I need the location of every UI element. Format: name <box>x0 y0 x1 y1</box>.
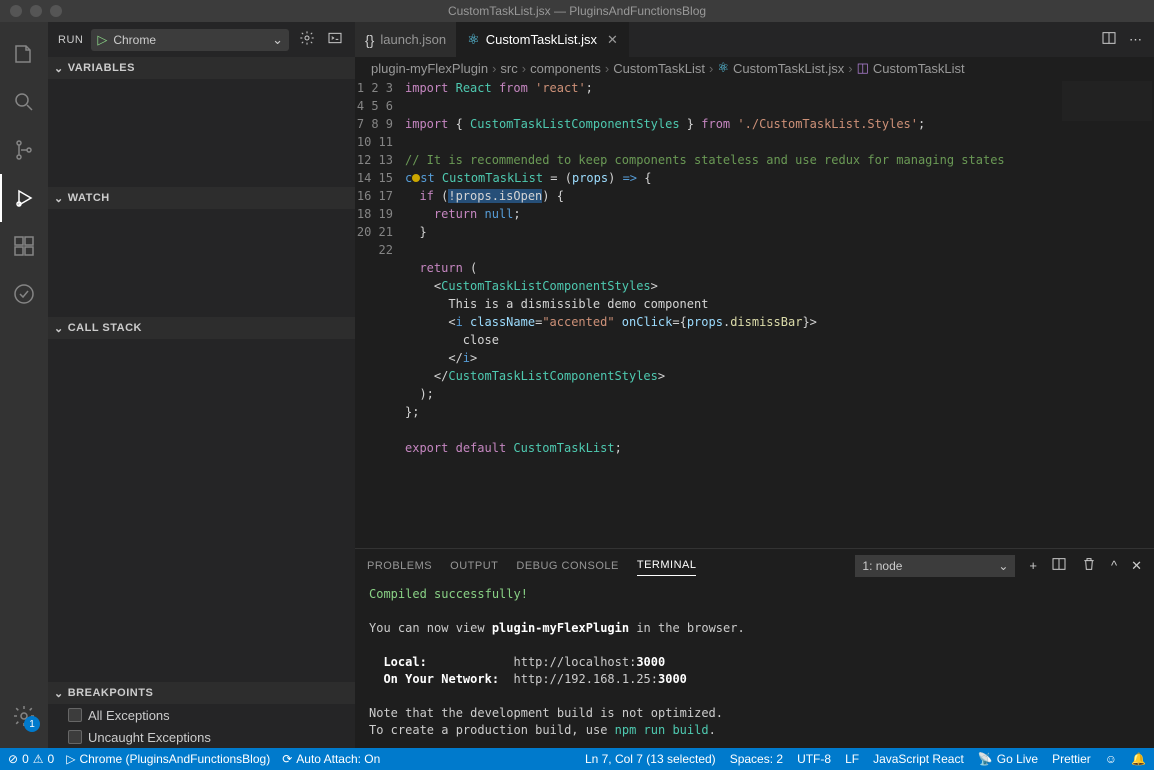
status-auto-attach[interactable]: ⟳ Auto Attach: On <box>282 752 380 766</box>
maximize-panel-icon[interactable]: ^ <box>1111 558 1117 573</box>
window-controls <box>0 5 62 17</box>
panel-tab-problems[interactable]: PROBLEMS <box>367 556 432 576</box>
settings-icon[interactable]: 1 <box>0 692 48 740</box>
panel: PROBLEMS OUTPUT DEBUG CONSOLE TERMINAL 1… <box>355 548 1154 748</box>
status-eol[interactable]: LF <box>845 752 859 766</box>
titlebar: CustomTaskList.jsx — PluginsAndFunctions… <box>0 0 1154 22</box>
panel-tab-debug-console[interactable]: DEBUG CONSOLE <box>516 556 618 576</box>
settings-badge: 1 <box>24 716 40 732</box>
explorer-icon[interactable] <box>0 30 48 78</box>
terminal-output[interactable]: Compiled successfully! You can now view … <box>355 582 1154 748</box>
live-share-icon[interactable] <box>0 270 48 318</box>
status-language[interactable]: JavaScript React <box>873 752 964 766</box>
symbol-icon: ◫ <box>857 60 869 76</box>
breakpoints-header[interactable]: ⌄ BREAKPOINTS <box>48 682 355 704</box>
debug-sidebar: RUN ▷ Chrome ⌄ ⌄ VARIABLES ⌄ WATCH <box>48 22 355 748</box>
tab-launch-json[interactable]: {} launch.json <box>355 22 457 57</box>
status-prettier[interactable]: Prettier <box>1052 752 1091 766</box>
close-window[interactable] <box>10 5 22 17</box>
terminal-select[interactable]: 1: node ⌄ <box>855 555 1015 577</box>
json-icon: {} <box>365 32 374 48</box>
editor-area: {} launch.json ⚛ CustomTaskList.jsx ✕ ⋯ … <box>355 22 1154 748</box>
window-title: CustomTaskList.jsx — PluginsAndFunctions… <box>448 4 706 18</box>
more-icon[interactable]: ⋯ <box>1129 32 1142 48</box>
status-feedback-icon[interactable]: ☺ <box>1105 752 1117 766</box>
watch-section: ⌄ WATCH <box>48 187 355 317</box>
search-icon[interactable] <box>0 78 48 126</box>
react-icon: ⚛ <box>717 60 729 76</box>
checkbox[interactable] <box>68 730 82 744</box>
breakpoint-item[interactable]: Uncaught Exceptions <box>48 726 355 748</box>
minimize-window[interactable] <box>30 5 42 17</box>
status-spaces[interactable]: Spaces: 2 <box>730 752 783 766</box>
run-config-name: Chrome <box>113 33 266 47</box>
breakpoint-item[interactable]: All Exceptions <box>48 704 355 726</box>
close-icon[interactable]: ✕ <box>607 32 618 48</box>
variables-section: ⌄ VARIABLES <box>48 57 355 187</box>
status-bell-icon[interactable]: 🔔 <box>1131 752 1146 766</box>
panel-tabs: PROBLEMS OUTPUT DEBUG CONSOLE TERMINAL 1… <box>355 549 1154 582</box>
chevron-down-icon: ⌄ <box>54 687 64 700</box>
variables-header[interactable]: ⌄ VARIABLES <box>48 57 355 79</box>
minimap[interactable] <box>1062 81 1152 121</box>
run-toolbar: RUN ▷ Chrome ⌄ <box>48 22 355 57</box>
callstack-header[interactable]: ⌄ CALL STACK <box>48 317 355 339</box>
panel-tab-output[interactable]: OUTPUT <box>450 556 498 576</box>
run-label: RUN <box>58 34 83 46</box>
status-encoding[interactable]: UTF-8 <box>797 752 831 766</box>
callstack-section: ⌄ CALL STACK <box>48 317 355 682</box>
chevron-down-icon: ⌄ <box>272 32 283 48</box>
maximize-window[interactable] <box>50 5 62 17</box>
close-panel-icon[interactable]: ✕ <box>1131 558 1142 574</box>
source-control-icon[interactable] <box>0 126 48 174</box>
chevron-down-icon: ⌄ <box>54 322 64 335</box>
split-editor-icon[interactable] <box>1101 30 1117 49</box>
split-terminal-icon[interactable] <box>1051 556 1067 575</box>
activity-bar: 1 <box>0 22 48 748</box>
breakpoints-section: ⌄ BREAKPOINTS All Exceptions Uncaught Ex… <box>48 682 355 748</box>
status-launch-config[interactable]: ▷ Chrome (PluginsAndFunctionsBlog) <box>66 752 270 766</box>
statusbar: ⊘ 0 ⚠ 0 ▷ Chrome (PluginsAndFunctionsBlo… <box>0 748 1154 770</box>
debug-console-icon[interactable] <box>325 28 345 51</box>
tabs-bar: {} launch.json ⚛ CustomTaskList.jsx ✕ ⋯ <box>355 22 1154 57</box>
chevron-down-icon: ⌄ <box>54 62 64 75</box>
gear-icon[interactable] <box>297 28 317 51</box>
breadcrumbs[interactable]: plugin-myFlexPlugin › src › components ›… <box>355 57 1154 79</box>
line-numbers: 1 2 3 4 5 6 7 8 9 10 11 12 13 14 15 16 1… <box>355 79 405 548</box>
tab-customtasklist-jsx[interactable]: ⚛ CustomTaskList.jsx ✕ <box>457 22 629 57</box>
status-cursor-pos[interactable]: Ln 7, Col 7 (13 selected) <box>585 752 716 766</box>
checkbox[interactable] <box>68 708 82 722</box>
panel-tab-terminal[interactable]: TERMINAL <box>637 555 697 576</box>
chevron-down-icon: ⌄ <box>54 192 64 205</box>
code-content[interactable]: import React from 'react'; import { Cust… <box>405 79 1154 548</box>
react-icon: ⚛ <box>467 31 480 48</box>
code-editor[interactable]: 1 2 3 4 5 6 7 8 9 10 11 12 13 14 15 16 1… <box>355 79 1154 548</box>
extensions-icon[interactable] <box>0 222 48 270</box>
trash-icon[interactable] <box>1081 556 1097 575</box>
new-terminal-icon[interactable]: + <box>1029 558 1037 573</box>
status-errors[interactable]: ⊘ 0 ⚠ 0 <box>8 752 54 766</box>
watch-header[interactable]: ⌄ WATCH <box>48 187 355 209</box>
play-icon: ▷ <box>97 32 107 48</box>
chevron-down-icon: ⌄ <box>998 559 1008 573</box>
status-go-live[interactable]: 📡 Go Live <box>978 752 1038 766</box>
run-debug-icon[interactable] <box>0 174 48 222</box>
run-config-dropdown[interactable]: ▷ Chrome ⌄ <box>91 29 289 51</box>
